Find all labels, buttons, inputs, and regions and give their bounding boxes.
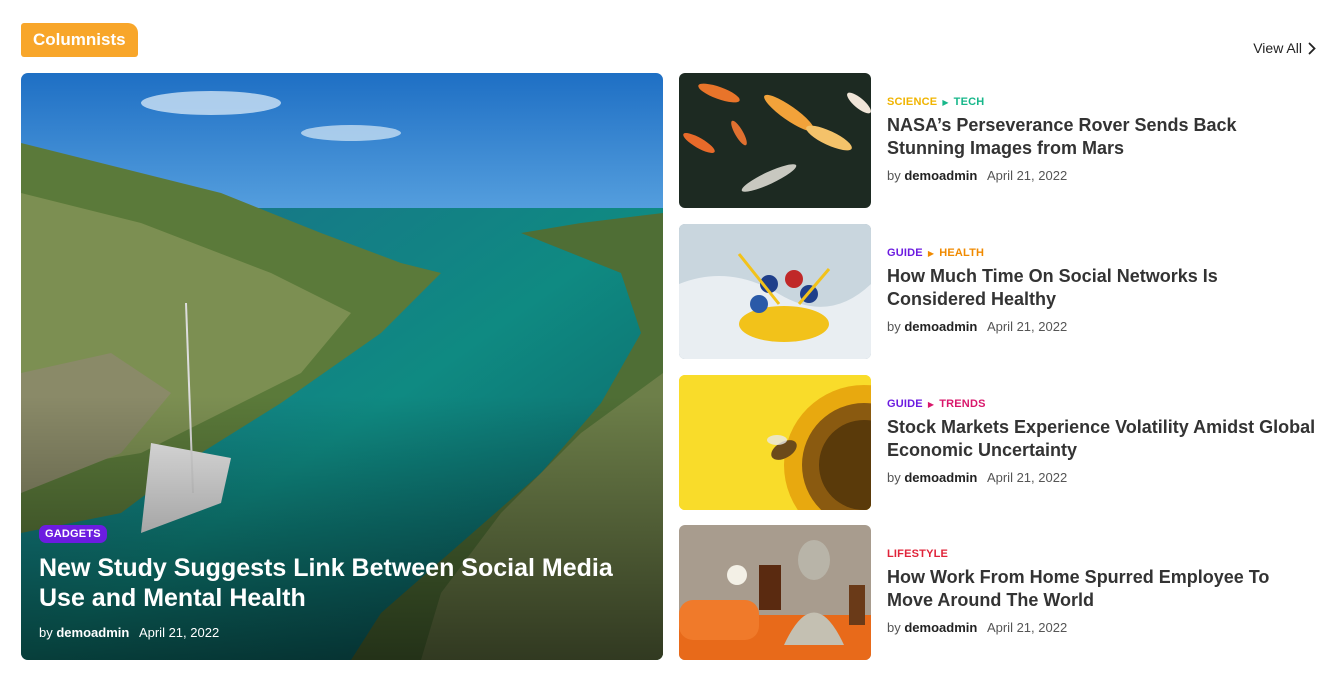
article-meta: by demoadmin April 21, 2022 — [887, 620, 1317, 635]
category-badge[interactable]: GADGETS — [39, 525, 107, 543]
triangle-right-icon: ▶ — [927, 399, 935, 409]
category-link[interactable]: HEALTH — [939, 247, 984, 259]
list-item: LIFESTYLE How Work From Home Spurred Emp… — [679, 525, 1319, 661]
article-title[interactable]: NASA’s Perseverance Rover Sends Back Stu… — [887, 114, 1317, 160]
post-date: April 21, 2022 — [986, 319, 1068, 334]
article-meta: by demoadmin April 21, 2022 — [887, 470, 1317, 485]
article-info: SCIENCE ▶ TECH NASA’s Perseverance Rover… — [887, 96, 1317, 183]
author-link[interactable]: demoadmin — [904, 319, 977, 334]
category-link[interactable]: LIFESTYLE — [887, 548, 948, 560]
koi-fish-image — [679, 73, 871, 208]
author-link[interactable]: demoadmin — [904, 620, 977, 635]
rafting-image — [679, 224, 871, 359]
by-label: by — [887, 470, 901, 485]
view-all-link[interactable]: View All — [1253, 40, 1316, 56]
article-meta: by demoadmin April 21, 2022 — [887, 319, 1317, 334]
category-list: LIFESTYLE — [887, 548, 1317, 560]
article-title[interactable]: How Much Time On Social Networks Is Cons… — [887, 265, 1317, 311]
post-date: April 21, 2022 — [986, 620, 1068, 635]
buddha-spa-image — [679, 525, 871, 660]
list-item: GUIDE ▶ TRENDS Stock Markets Experience … — [679, 375, 1319, 511]
list-item: GUIDE ▶ HEALTH How Much Time On Social N… — [679, 224, 1319, 360]
author-link[interactable]: demoadmin — [56, 625, 129, 640]
category-link[interactable]: TRENDS — [939, 398, 985, 410]
by-label: by — [39, 625, 53, 640]
post-date: April 21, 2022 — [986, 168, 1068, 183]
article-info: GUIDE ▶ TRENDS Stock Markets Experience … — [887, 398, 1317, 485]
category-link[interactable]: GUIDE — [887, 398, 923, 410]
post-date: April 21, 2022 — [986, 470, 1068, 485]
chevron-right-icon — [1308, 42, 1316, 54]
category-list: GUIDE ▶ HEALTH — [887, 247, 1317, 259]
article-thumbnail[interactable] — [679, 73, 871, 208]
article-meta: by demoadmin April 21, 2022 — [887, 168, 1317, 183]
featured-content: GADGETS New Study Suggests Link Between … — [39, 524, 645, 640]
author-link[interactable]: demoadmin — [904, 168, 977, 183]
by-label: by — [887, 319, 901, 334]
triangle-right-icon: ▶ — [942, 97, 949, 107]
view-all-label: View All — [1253, 40, 1302, 56]
category-link[interactable]: GUIDE — [887, 247, 923, 259]
article-thumbnail[interactable] — [679, 525, 871, 660]
category-list: GUIDE ▶ TRENDS — [887, 398, 1317, 410]
by-label: by — [887, 620, 901, 635]
list-item: SCIENCE ▶ TECH NASA’s Perseverance Rover… — [679, 73, 1319, 209]
featured-meta: by demoadmin April 21, 2022 — [39, 625, 645, 640]
triangle-right-icon: ▶ — [927, 248, 935, 258]
article-info: LIFESTYLE How Work From Home Spurred Emp… — [887, 548, 1317, 635]
featured-article[interactable]: GADGETS New Study Suggests Link Between … — [21, 73, 663, 660]
section-title: Columnists — [21, 23, 138, 57]
article-thumbnail[interactable] — [679, 224, 871, 359]
article-thumbnail[interactable] — [679, 375, 871, 510]
category-link[interactable]: TECH — [954, 96, 985, 108]
featured-title[interactable]: New Study Suggests Link Between Social M… — [39, 553, 649, 613]
article-title[interactable]: How Work From Home Spurred Employee To M… — [887, 566, 1317, 612]
category-link[interactable]: SCIENCE — [887, 96, 937, 108]
sunflower-bee-image — [679, 375, 871, 510]
category-list: SCIENCE ▶ TECH — [887, 96, 1317, 108]
article-title[interactable]: Stock Markets Experience Volatility Amid… — [887, 416, 1317, 462]
author-link[interactable]: demoadmin — [904, 470, 977, 485]
post-date: April 21, 2022 — [138, 625, 220, 640]
by-label: by — [887, 168, 901, 183]
article-info: GUIDE ▶ HEALTH How Much Time On Social N… — [887, 247, 1317, 334]
